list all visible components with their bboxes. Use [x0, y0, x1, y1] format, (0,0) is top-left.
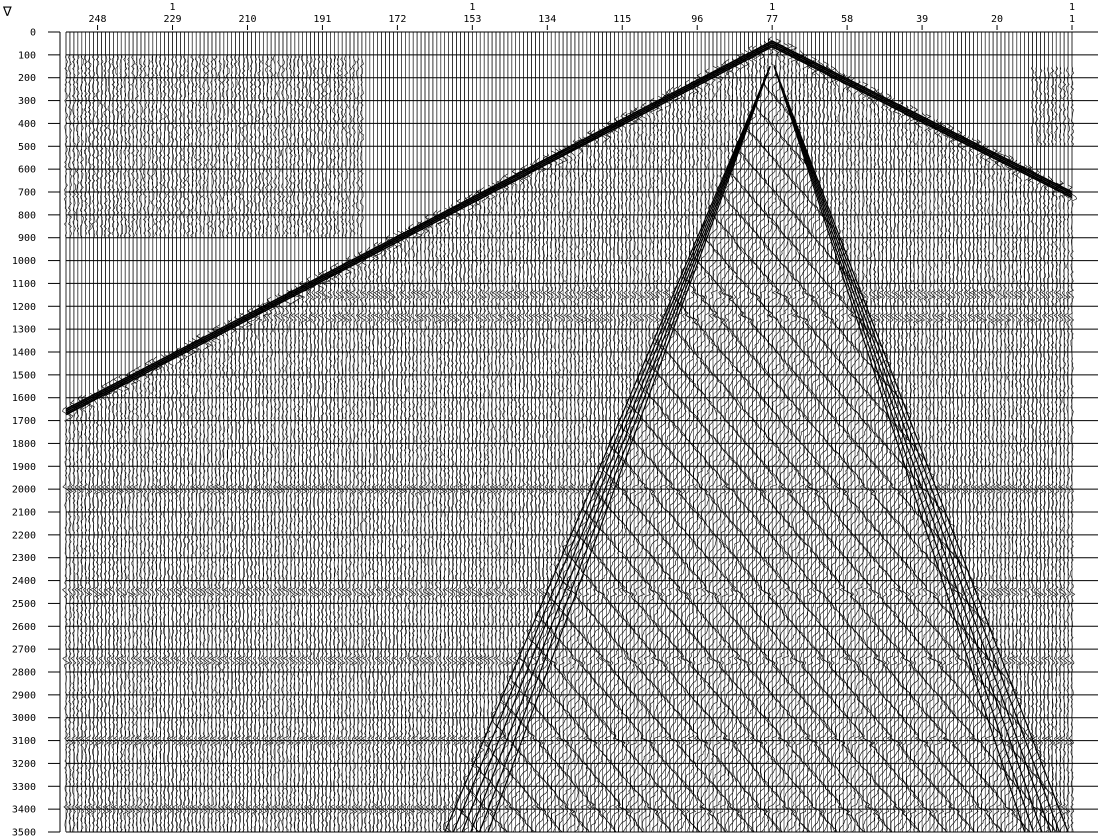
y-tick-label: 1200	[12, 302, 36, 313]
y-tick-label: 1500	[12, 370, 36, 381]
x-tick-label: 134	[538, 14, 556, 25]
x-tick-label: 96	[691, 14, 703, 25]
y-tick-label: 0	[30, 28, 36, 39]
x-tick-label: 153	[463, 14, 481, 25]
y-tick-label: 3200	[12, 759, 36, 770]
x-tick-label: 77	[766, 14, 778, 25]
y-tick-label: 2000	[12, 485, 36, 496]
y-tick-label: 1400	[12, 348, 36, 359]
y-tick-label: 1700	[12, 416, 36, 427]
x-tick-label: 248	[89, 14, 107, 25]
y-tick-label: 2900	[12, 690, 36, 701]
y-tick-label: 1100	[12, 279, 36, 290]
y-tick-label: 2700	[12, 645, 36, 656]
y-tick-label: 2400	[12, 576, 36, 587]
y-tick-label: 500	[18, 142, 36, 153]
y-tick-label: 1900	[12, 462, 36, 473]
y-tick-label: 2500	[12, 599, 36, 610]
y-tick-label: 3100	[12, 736, 36, 747]
y-tick-label: 1300	[12, 325, 36, 336]
y-tick-label: 1800	[12, 439, 36, 450]
y-tick-label: 3000	[12, 713, 36, 724]
y-tick-label: 3400	[12, 805, 36, 816]
y-tick-label: 800	[18, 210, 36, 221]
x-tick-label: 1	[1069, 14, 1075, 25]
y-tick-label: 700	[18, 188, 36, 199]
x-tick-label: 172	[388, 14, 406, 25]
y-tick-label: 2800	[12, 668, 36, 679]
x-tick-label: 115	[613, 14, 631, 25]
y-tick-label: 400	[18, 119, 36, 130]
y-tick-label: 2100	[12, 508, 36, 519]
y-tick-label: 200	[18, 73, 36, 84]
x-tick-label: 58	[841, 14, 853, 25]
x-tick-label: 229	[163, 14, 181, 25]
x-tick-label: 20	[991, 14, 1003, 25]
y-tick-label: 2600	[12, 622, 36, 633]
y-tick-label: 2200	[12, 530, 36, 541]
x-header-label-top: 1	[1069, 2, 1075, 13]
y-tick-label: 100	[18, 50, 36, 61]
x-tick-label: 210	[238, 14, 256, 25]
x-tick-label: 39	[916, 14, 928, 25]
x-header-label-top: 1	[469, 2, 475, 13]
y-tick-label: 300	[18, 96, 36, 107]
x-header-label-top: 1	[769, 2, 775, 13]
y-tick-label: 600	[18, 165, 36, 176]
seismic-section-chart: ∇ 01002003004005006007008009001000110012…	[0, 0, 1100, 840]
y-tick-label: 900	[18, 233, 36, 244]
y-tick-label: 3500	[12, 828, 36, 839]
corner-marker: ∇	[2, 5, 12, 20]
y-tick-label: 1600	[12, 393, 36, 404]
y-tick-label: 2300	[12, 553, 36, 564]
x-tick-label: 191	[313, 14, 331, 25]
y-tick-label: 3300	[12, 782, 36, 793]
x-header-label-top: 1	[170, 2, 176, 13]
y-tick-label: 1000	[12, 256, 36, 267]
